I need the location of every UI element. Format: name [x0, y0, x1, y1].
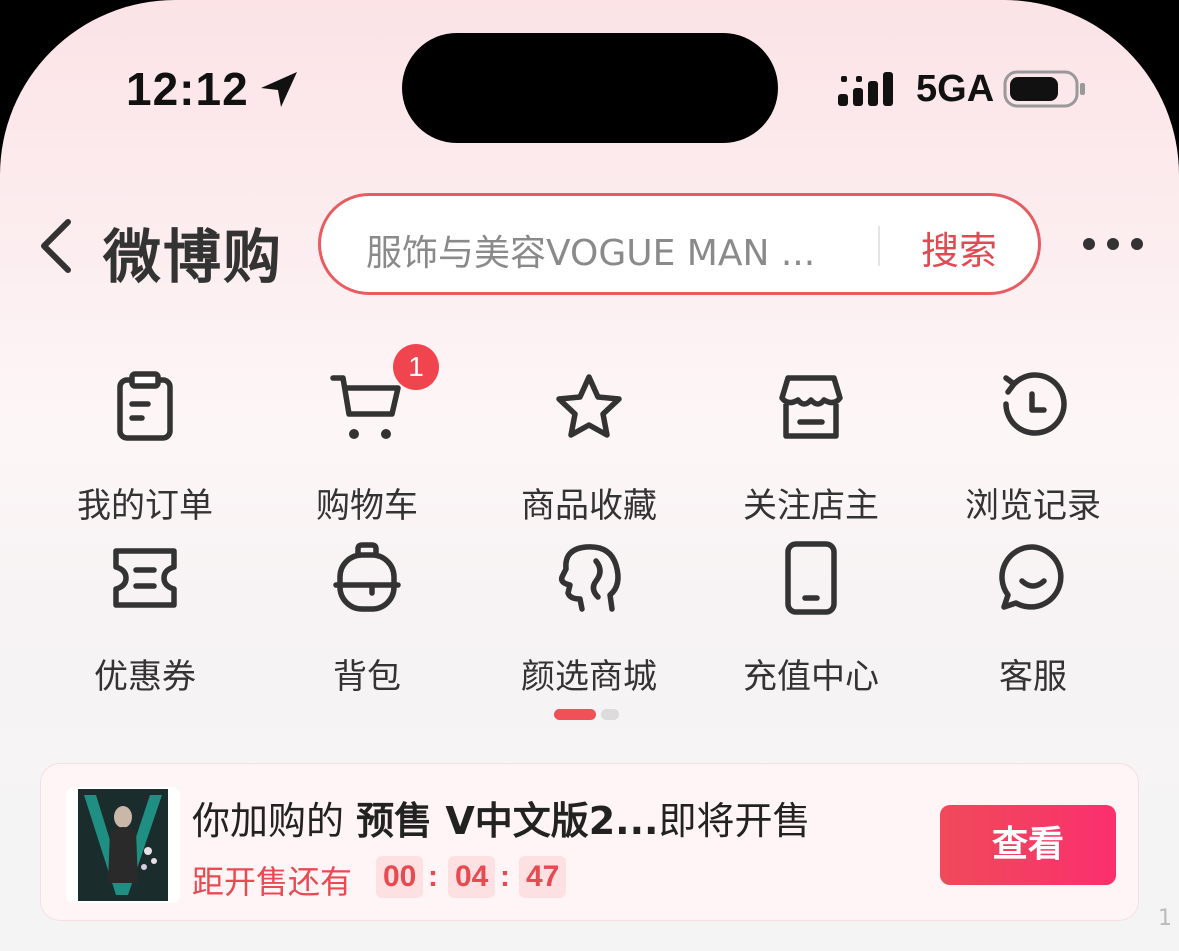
countdown-separator: :: [500, 860, 510, 893]
store-icon: [779, 375, 843, 439]
grid-item-history[interactable]: 浏览记录: [922, 370, 1144, 527]
page-indicator-inactive: [601, 709, 619, 720]
grid-item-my-orders[interactable]: 我的订单: [34, 370, 256, 527]
grid-item-customer-service[interactable]: 客服: [922, 541, 1144, 698]
coupon-icon: [113, 548, 177, 608]
view-button[interactable]: 查看: [940, 805, 1116, 885]
search-divider: [878, 226, 880, 266]
status-time: 12:12: [126, 63, 249, 115]
more-options-icon[interactable]: [1082, 237, 1144, 251]
countdown-minutes: 04: [448, 856, 496, 898]
grid-item-cart[interactable]: 购物车: [256, 370, 478, 527]
grid-item-label: 关注店主: [743, 486, 879, 526]
grid-item-favorites[interactable]: 商品收藏: [478, 370, 700, 527]
search-input[interactable]: 服饰与美容VOGUE MAN ...: [366, 224, 866, 276]
back-arrow-icon[interactable]: [36, 218, 76, 274]
grid-item-label: 客服: [999, 657, 1067, 697]
notice-title-product: 预售 V中文版2...: [356, 799, 659, 843]
phone-icon: [785, 541, 837, 615]
page-indicator-active: [554, 709, 596, 720]
grid-item-label: 颜选商城: [521, 657, 657, 697]
grid-item-coupons[interactable]: 优惠券: [34, 541, 256, 698]
search-bar[interactable]: 服饰与美容VOGUE MAN ... 搜索: [318, 193, 1041, 295]
grid-item-backpack[interactable]: 背包: [256, 541, 478, 698]
countdown-separator: :: [428, 860, 438, 893]
cellular-signal-icon: [838, 72, 893, 106]
page-title: 微博购: [103, 223, 284, 291]
grid-item-label: 我的订单: [77, 486, 213, 526]
grid-item-label: 商品收藏: [521, 486, 657, 526]
grid-item-label: 充值中心: [743, 657, 879, 697]
countdown-label: 距开售还有: [192, 863, 353, 901]
chat-bubble-icon: [999, 544, 1064, 610]
grid-item-label: 购物车: [316, 486, 418, 526]
grid-item-selection-mall[interactable]: 颜选商城: [478, 541, 700, 698]
cart-icon: [330, 375, 401, 439]
face-profile-icon: [558, 544, 621, 612]
grid-item-recharge[interactable]: 充值中心: [700, 541, 922, 698]
grid-item-label: 浏览记录: [965, 486, 1101, 526]
corner-mark: 1: [1158, 906, 1172, 931]
order-clipboard-icon: [117, 371, 173, 441]
grid-item-label: 背包: [333, 657, 401, 697]
history-icon: [1003, 372, 1067, 436]
star-icon: [556, 374, 622, 438]
grid-item-label: 优惠券: [94, 657, 196, 697]
dynamic-island: [402, 33, 778, 143]
presale-notice-card[interactable]: 你加购的 预售 V中文版2...即将开售 距开售还有 00 : 04 : 47 …: [40, 763, 1139, 921]
cart-count-badge: 1: [393, 344, 439, 390]
network-type: 5GA: [916, 68, 995, 110]
notice-title-prefix: 你加购的: [192, 799, 357, 843]
countdown-seconds: 47: [519, 856, 567, 898]
app-screen: 12:12 5GA 微博购 服饰与美容VOGUE MAN ... 搜索 我的订单…: [0, 0, 1179, 951]
magazine-cover-image: [78, 789, 168, 901]
location-arrow-icon: [261, 72, 297, 107]
countdown-hours: 00: [376, 856, 424, 898]
backpack-icon: [333, 542, 401, 612]
battery-icon: [1003, 70, 1085, 108]
notice-title: 你加购的 预售 V中文版2...即将开售: [192, 790, 811, 845]
grid-item-followed-stores[interactable]: 关注店主: [700, 370, 922, 527]
product-thumbnail[interactable]: [66, 787, 180, 903]
search-button[interactable]: 搜索: [921, 220, 997, 275]
notice-title-suffix: 即将开售: [658, 799, 811, 843]
